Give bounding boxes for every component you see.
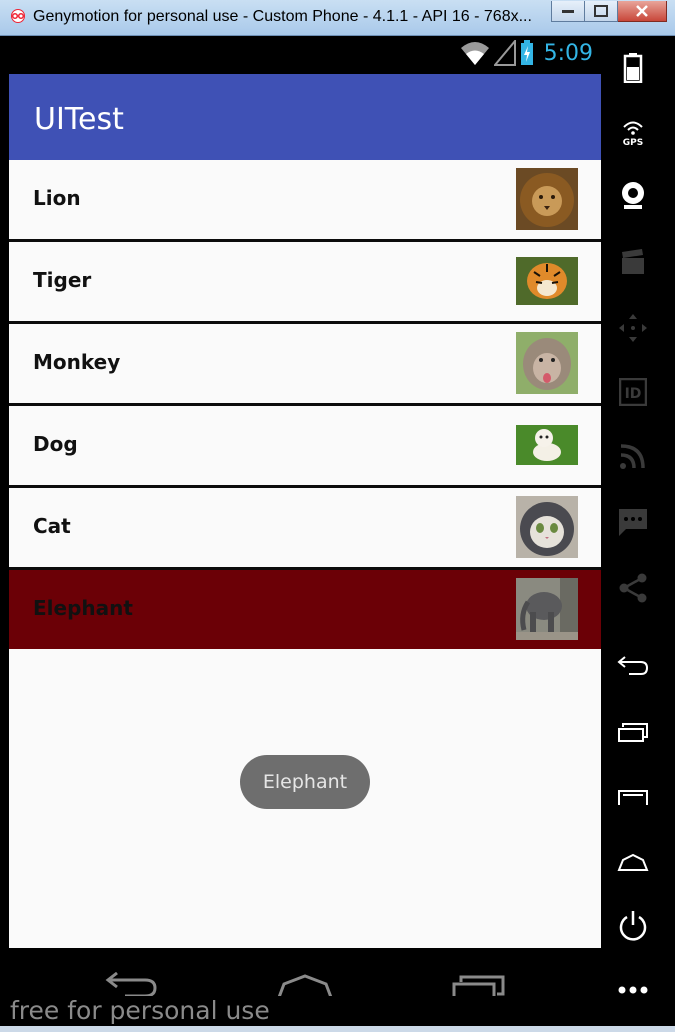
battery-icon [623, 53, 643, 83]
menu-icon [618, 790, 648, 805]
menu-button[interactable] [615, 778, 651, 814]
list-item-label: Elephant [33, 596, 133, 620]
toast-message: Elephant [240, 755, 370, 809]
genymotion-logo-icon [11, 9, 25, 23]
list-item-tiger[interactable]: Tiger [9, 242, 601, 324]
nav-back-icon[interactable] [105, 972, 159, 996]
close-icon [636, 5, 648, 17]
network-widget-button[interactable] [615, 438, 651, 474]
nav-home-icon[interactable] [275, 972, 335, 996]
list-item-label: Tiger [33, 268, 92, 292]
list-item-label: Monkey [33, 350, 121, 374]
cat-thumbnail [516, 496, 578, 558]
emulator-control-panel: GPS ID [601, 36, 675, 996]
maximize-button[interactable] [585, 1, 618, 22]
list-item-monkey[interactable]: Monkey [9, 324, 601, 406]
nav-recent-apps-icon[interactable] [451, 972, 507, 996]
wifi-icon [460, 42, 489, 65]
close-button[interactable] [618, 1, 667, 22]
battery-charging-icon [520, 40, 533, 65]
list-item-lion[interactable]: Lion [9, 160, 601, 242]
list-item-dog[interactable]: Dog [9, 406, 601, 488]
list-item-label: Lion [33, 186, 81, 210]
elephant-thumbnail [516, 578, 578, 640]
action-bar: UITest [9, 74, 601, 160]
dpad-icon [619, 314, 647, 342]
window-title-bar: Genymotion for personal use - Custom Pho… [0, 0, 675, 36]
android-nav-bar [9, 948, 601, 996]
status-clock: 5:09 [543, 40, 593, 66]
back-button[interactable] [615, 648, 651, 684]
taskbar-strip [0, 1026, 675, 1032]
gps-widget-button[interactable]: GPS [615, 114, 651, 150]
monkey-thumbnail [516, 332, 578, 394]
svg-text:ID: ID [625, 386, 642, 402]
lion-thumbnail [516, 168, 578, 230]
minimize-button[interactable] [551, 1, 585, 22]
minimize-icon [562, 10, 574, 13]
device-id-widget-button[interactable]: ID [615, 374, 651, 410]
chat-icon [619, 509, 647, 536]
status-bar: 5:09 [9, 36, 601, 74]
id-icon: ID [619, 378, 647, 406]
maximize-icon [594, 5, 608, 17]
battery-widget-button[interactable] [615, 50, 651, 86]
tiger-thumbnail [516, 250, 578, 312]
camera-widget-button[interactable] [615, 178, 651, 214]
screencast-widget-button[interactable] [615, 244, 651, 280]
recent-apps-icon [618, 723, 648, 742]
webcam-icon [622, 182, 644, 209]
list-item-elephant[interactable]: Elephant [9, 570, 601, 649]
signal-icon [493, 40, 516, 66]
phone-sms-widget-button[interactable] [615, 504, 651, 540]
list-item-label: Cat [33, 514, 71, 538]
app-title: UITest [34, 102, 124, 137]
share-widget-button[interactable] [615, 570, 651, 606]
clapperboard-icon [622, 249, 644, 274]
window-title: Genymotion for personal use - Custom Pho… [33, 8, 532, 25]
home-icon [617, 853, 649, 871]
recent-apps-button[interactable] [615, 714, 651, 750]
share-icon [619, 573, 647, 603]
animal-list: Lion Tiger Monkey Dog Cat Elephant [9, 160, 601, 649]
gps-icon: GPS [623, 121, 643, 147]
power-button[interactable] [615, 908, 651, 944]
more-dots-icon [618, 986, 648, 994]
power-icon [619, 911, 647, 941]
remote-control-widget-button[interactable] [615, 310, 651, 346]
dog-thumbnail [516, 414, 578, 476]
watermark-text: free for personal use [10, 996, 270, 1025]
device-frame-left [0, 36, 9, 996]
list-item-label: Dog [33, 432, 78, 456]
phone-screen: 5:09 UITest Lion Tiger Monkey Dog Cat El… [9, 36, 601, 996]
back-icon [617, 656, 649, 675]
home-button[interactable] [615, 844, 651, 880]
svg-text:GPS: GPS [623, 138, 643, 147]
list-item-cat[interactable]: Cat [9, 488, 601, 570]
rss-icon [620, 444, 645, 469]
